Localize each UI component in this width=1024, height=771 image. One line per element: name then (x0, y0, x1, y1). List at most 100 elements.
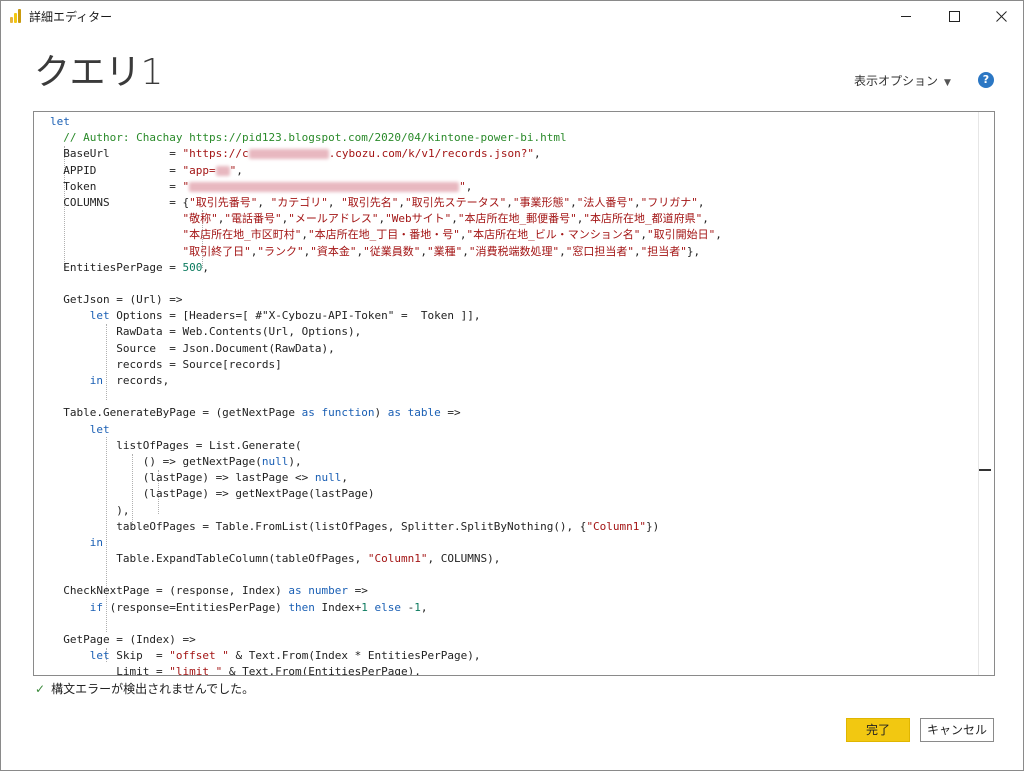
code-token: 500 (182, 260, 203, 274)
code-line[interactable]: CheckNextPage = (response, Index) as num… (50, 583, 974, 599)
code-token: "資本金" (310, 244, 357, 258)
code-token: "取引先ステータス" (404, 195, 507, 209)
code-line[interactable]: in records, (50, 373, 974, 389)
code-line[interactable]: "取引終了日","ランク","資本金","従業員数","業種","消費税端数処理… (50, 244, 974, 260)
code-editor[interactable]: let // Author: Chachay https://pid123.bl… (33, 111, 995, 676)
code-token: "従業員数" (363, 244, 421, 258)
code-token: "業種" (426, 244, 463, 258)
close-button[interactable] (978, 1, 1024, 31)
code-token: , COLUMNS), (427, 552, 501, 566)
chevron-down-icon: ▼ (944, 78, 951, 88)
code-line[interactable]: let Options = [Headers=[ #"X-Cybozu-API-… (50, 308, 974, 324)
code-line[interactable] (50, 567, 974, 583)
code-token: BaseUrl = (50, 147, 183, 161)
code-token: "取引先番号" (189, 195, 258, 209)
code-line[interactable]: COLUMNS = {"取引先番号", "カテゴリ", "取引先名","取引先ス… (50, 195, 974, 211)
code-token: "Column1" (367, 552, 428, 566)
query-number: 1 (140, 52, 164, 93)
code-line[interactable]: Table.ExpandTableColumn(tableOfPages, "C… (50, 551, 974, 567)
code-token: Source = Json.Document(RawData), (50, 341, 335, 355)
code-line[interactable]: // Author: Chachay https://pid123.blogsp… (50, 130, 974, 146)
code-token: - (401, 600, 415, 614)
code-token: Limit = (50, 665, 170, 676)
code-line[interactable]: BaseUrl = "https://c .cybozu.com/k/v1/rec… (50, 146, 974, 162)
code-line[interactable]: Table.GenerateByPage = (getNextPage as f… (50, 405, 974, 421)
code-line[interactable]: let Skip = "offset " & Text.From(Index *… (50, 648, 974, 664)
redacted-text (189, 181, 460, 192)
code-token: , (420, 244, 427, 258)
code-line[interactable] (50, 616, 974, 632)
code-line[interactable]: let (50, 114, 974, 130)
cancel-button[interactable]: キャンセル (920, 718, 994, 742)
code-token: , (327, 195, 342, 209)
code-token: function (321, 406, 375, 420)
code-line[interactable]: Limit = "limit " & Text.From(EntitiesPer… (50, 664, 974, 676)
code-token: ) (374, 406, 388, 420)
code-line[interactable]: "敬称","電話番号","メールアドレス","Webサイト","本店所在地_郵便… (50, 211, 974, 227)
minimize-icon (901, 16, 911, 17)
code-line[interactable]: "本店所在地_市区町村","本店所在地_丁目・番地・号","本店所在地_ビル・マ… (50, 227, 974, 243)
code-token: , (534, 147, 541, 161)
code-token: Table.GenerateByPage = (getNextPage (50, 406, 302, 420)
code-token: 1 (361, 600, 368, 614)
syntax-status: ✓ 構文エラーが検出されませんでした。 (35, 680, 254, 697)
code-line[interactable]: Token = " ", (50, 179, 974, 195)
code-token: "Column1" (586, 519, 647, 533)
display-options-dropdown[interactable]: 表示オプション ▼ (854, 72, 951, 89)
vertical-scrollbar[interactable] (978, 112, 994, 675)
code-token: => (440, 406, 461, 420)
code-line[interactable]: records = Source[records] (50, 357, 974, 373)
code-token: "メールアドレス" (288, 212, 379, 226)
code-token: Token = (50, 179, 183, 193)
code-line[interactable]: Source = Json.Document(RawData), (50, 341, 974, 357)
code-token: , (257, 195, 271, 209)
code-token: "電話番号" (224, 212, 282, 226)
code-token: , (420, 600, 428, 614)
code-token: & Text.From(Index * EntitiesPerPage), (228, 649, 481, 663)
code-token: as (288, 584, 302, 598)
code-line[interactable]: EntitiesPerPage = 500, (50, 260, 974, 276)
code-token: listOfPages = List.Generate( (50, 438, 302, 452)
done-button[interactable]: 完了 (846, 718, 910, 742)
minimize-button[interactable] (883, 1, 929, 31)
code-line[interactable]: in (50, 535, 974, 551)
code-line[interactable]: tableOfPages = Table.FromList(listOfPage… (50, 519, 974, 535)
code-token: .cybozu.com/k/v1/records.json?" (328, 147, 534, 161)
code-token: let (89, 649, 110, 663)
title-bar[interactable]: 詳細エディター (1, 1, 1023, 31)
code-line[interactable] (50, 389, 974, 405)
code-line[interactable]: let (50, 422, 974, 438)
code-token: , (465, 179, 473, 193)
code-line[interactable]: GetJson = (Url) => (50, 292, 974, 308)
code-token: Options = [Headers=[ #"X-Cybozu-API-Toke… (109, 309, 481, 323)
code-line[interactable]: GetPage = (Index) => (50, 632, 974, 648)
help-icon[interactable]: ? (978, 72, 994, 88)
code-token: , (398, 195, 405, 209)
code-line[interactable] (50, 276, 974, 292)
code-token: number (308, 584, 349, 598)
redacted-text (215, 165, 230, 176)
code-token: "本店所在地_郵便番号" (457, 212, 577, 226)
code-text[interactable]: let // Author: Chachay https://pid123.bl… (50, 114, 974, 676)
code-token: & Text.From(EntitiesPerPage), (222, 665, 421, 676)
code-token: ), (288, 454, 302, 468)
maximize-button[interactable] (931, 1, 977, 31)
code-line[interactable]: (lastPage) => lastPage <> null, (50, 470, 974, 486)
code-line[interactable]: listOfPages = List.Generate( (50, 438, 974, 454)
code-line[interactable]: (lastPage) => getNextPage(lastPage) (50, 486, 974, 502)
code-token: "法人番号" (576, 195, 634, 209)
code-line[interactable]: ), (50, 503, 974, 519)
code-line[interactable]: APPID = "app= ", (50, 163, 974, 179)
code-token: , (451, 212, 458, 226)
code-line[interactable]: () => getNextPage(null), (50, 454, 974, 470)
code-token: "消費税端数処理" (468, 244, 560, 258)
code-token: Skip = (109, 649, 170, 663)
code-line[interactable]: RawData = Web.Contents(Url, Options), (50, 324, 974, 340)
code-line[interactable]: if (response=EntitiesPerPage) then Index… (50, 600, 974, 616)
